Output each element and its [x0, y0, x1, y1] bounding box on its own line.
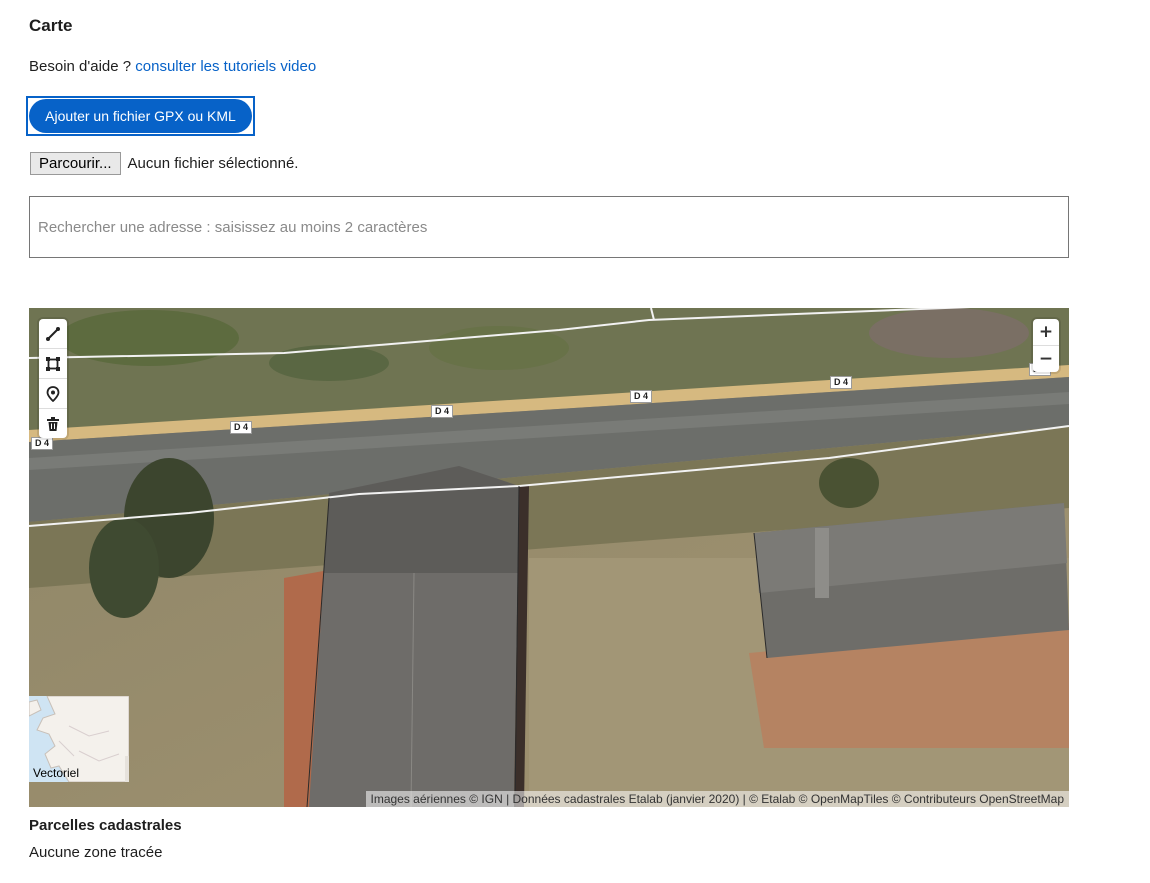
- section-title: Carte: [29, 16, 73, 35]
- parcels-empty-text: Aucune zone tracée: [29, 844, 163, 861]
- road-label: D 4: [230, 421, 253, 434]
- add-gpx-kml-button[interactable]: Ajouter un fichier GPX ou KML: [29, 99, 252, 133]
- help-prefix: Besoin d'aide ?: [29, 58, 136, 75]
- file-status: Aucun fichier sélectionné.: [127, 155, 299, 172]
- layer-switch-button[interactable]: Vectoriel: [29, 696, 129, 782]
- upload-button-focus-ring: Ajouter un fichier GPX ou KML: [26, 96, 255, 136]
- road-label: D 4: [431, 405, 454, 418]
- file-input: Parcourir... Aucun fichier sélectionné.: [30, 152, 298, 175]
- road-label: D 4: [31, 437, 54, 450]
- draw-polygon-icon: [46, 356, 60, 371]
- map-attribution: Images aériennes © IGN | Données cadastr…: [365, 791, 1069, 807]
- road-label: D 4: [830, 376, 853, 389]
- trash-icon: [47, 416, 59, 431]
- tutorial-link[interactable]: consulter les tutoriels video: [135, 58, 316, 75]
- draw-polygon-button[interactable]: [39, 349, 67, 379]
- road-label: D 4: [630, 390, 653, 403]
- zoom-in-button[interactable]: +: [1033, 319, 1059, 346]
- draw-toolbar: [39, 319, 67, 438]
- browse-button[interactable]: Parcourir...: [30, 152, 121, 175]
- draw-marker-button[interactable]: [39, 379, 67, 409]
- zoom-control: + −: [1033, 319, 1059, 372]
- aerial-imagery: [29, 308, 1069, 807]
- map[interactable]: D 4 D 4 D 4 D 4 D 4 D 4: [29, 308, 1069, 807]
- marker-icon: [46, 385, 60, 402]
- zoom-out-button[interactable]: −: [1033, 346, 1059, 372]
- address-search-input[interactable]: [29, 196, 1069, 258]
- help-line: Besoin d'aide ? consulter les tutoriels …: [29, 58, 316, 75]
- delete-button[interactable]: [39, 409, 67, 438]
- layer-switch-label: Vectoriel: [33, 766, 80, 780]
- draw-line-icon: [46, 326, 60, 341]
- parcels-title: Parcelles cadastrales: [29, 817, 182, 834]
- draw-line-button[interactable]: [39, 319, 67, 349]
